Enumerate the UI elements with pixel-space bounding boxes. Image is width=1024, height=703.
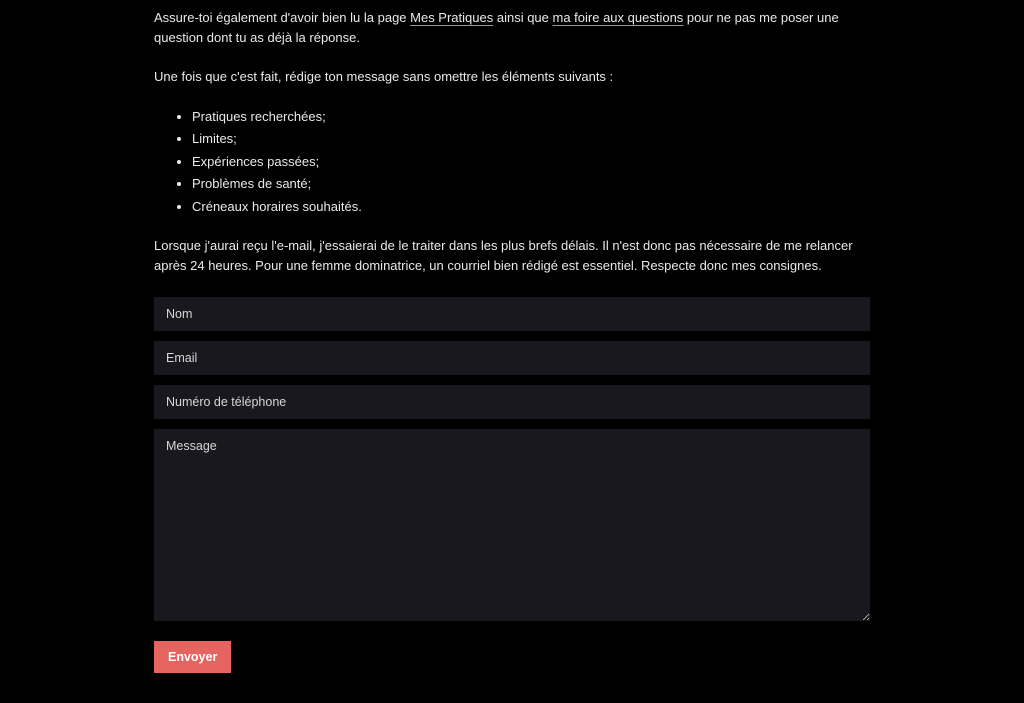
requirements-list: Pratiques recherchées; Limites; Expérien… [154,107,870,217]
list-item: Pratiques recherchées; [192,107,870,127]
intro-paragraph-1: Assure-toi également d'avoir bien lu la … [154,8,870,47]
phone-input[interactable] [154,385,870,419]
submit-button[interactable]: Envoyer [154,641,231,673]
outro-paragraph: Lorsque j'aurai reçu l'e-mail, j'essaier… [154,236,870,275]
text-fragment: ainsi que [493,10,552,25]
link-foire-aux-questions[interactable]: ma foire aux questions [553,10,684,25]
list-item: Créneaux horaires souhaités. [192,197,870,217]
email-input[interactable] [154,341,870,375]
contact-form: Envoyer [154,297,870,673]
list-item: Problèmes de santé; [192,174,870,194]
link-mes-pratiques[interactable]: Mes Pratiques [410,10,493,25]
list-item: Expériences passées; [192,152,870,172]
message-textarea[interactable] [154,429,870,621]
content-container: Assure-toi également d'avoir bien lu la … [154,0,870,703]
list-item: Limites; [192,129,870,149]
name-input[interactable] [154,297,870,331]
text-fragment: Assure-toi également d'avoir bien lu la … [154,10,410,25]
intro-paragraph-2: Une fois que c'est fait, rédige ton mess… [154,67,870,87]
